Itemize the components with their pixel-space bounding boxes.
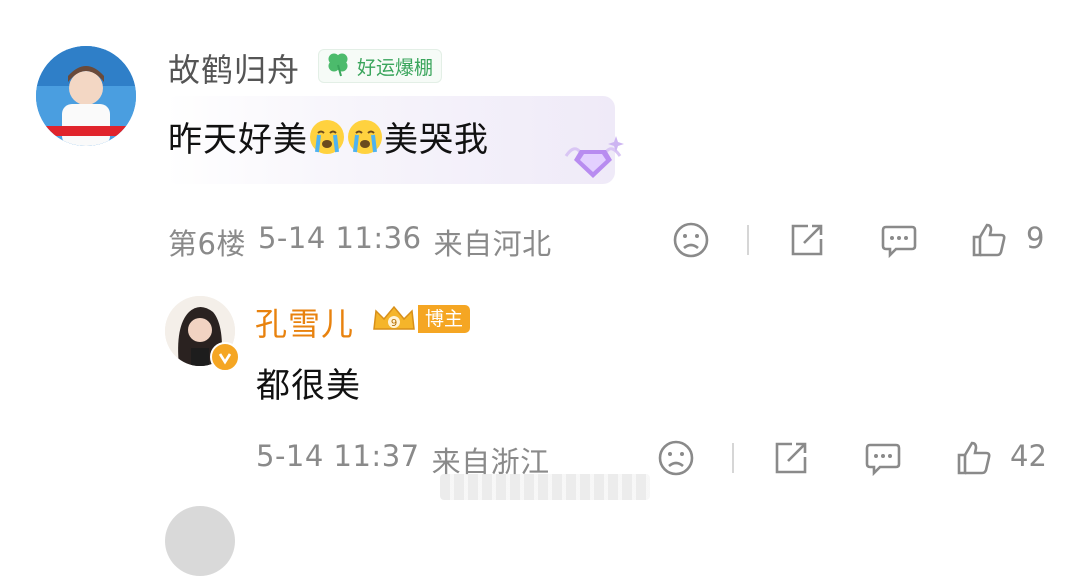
comment-meta: 第6楼 5-14 11:36 来自河北 [168,221,552,263]
comment-icon [881,225,917,259]
clover-icon [325,51,351,81]
comment-timestamp: 5-14 11:36 [257,221,422,255]
comment-text-main: 昨天好美 [168,120,308,160]
comment-icon [865,443,901,477]
divider [732,443,734,473]
like-count: 9 [1026,221,1045,255]
comment-text: 昨天好美 美哭我 [168,112,489,161]
sad-face-icon [658,440,694,476]
commenter-name[interactable]: 故鹤归舟 [168,45,300,91]
dislike-button[interactable] [670,219,712,261]
avatar-next[interactable] [165,506,235,576]
reply-share-button[interactable] [770,437,812,479]
reply-timestamp: 5-14 11:37 [256,439,420,473]
crying-emoji-icon [308,118,346,156]
floor-number: 第6楼 [168,227,246,261]
share-button[interactable] [786,219,828,261]
thumbs-up-icon [972,223,1006,257]
crown-icon: 9 [373,305,415,330]
host-badge-label: 博主 [418,305,471,333]
reply-text: 都很美 [256,366,361,406]
watermark [440,474,650,500]
lucky-badge[interactable]: 好运爆棚 [318,49,443,83]
reply-dislike-button[interactable] [655,437,697,479]
author-name[interactable]: 孔雪儿 [255,299,354,345]
reply-like-count: 42 [1010,439,1047,473]
comment-location: 来自河北 [433,227,552,261]
comment-text-suffix: 美哭我 [384,120,489,160]
avatar-commenter[interactable] [36,46,136,146]
svg-text:9: 9 [391,318,397,329]
gem-decoration-icon [560,130,626,186]
lucky-badge-label: 好运爆棚 [357,56,434,79]
crying-emoji-icon [346,118,384,156]
verified-badge-icon [210,342,240,372]
share-icon [791,224,823,256]
share-icon [775,442,807,474]
sad-face-icon [673,222,709,258]
reply-button[interactable] [878,219,920,261]
divider [747,225,749,255]
reply-like-button[interactable] [953,437,995,479]
thumbs-up-icon [957,441,991,475]
like-button[interactable] [968,219,1010,261]
reply-comment-button[interactable] [862,437,904,479]
host-badge[interactable]: 9 博主 [370,303,471,335]
